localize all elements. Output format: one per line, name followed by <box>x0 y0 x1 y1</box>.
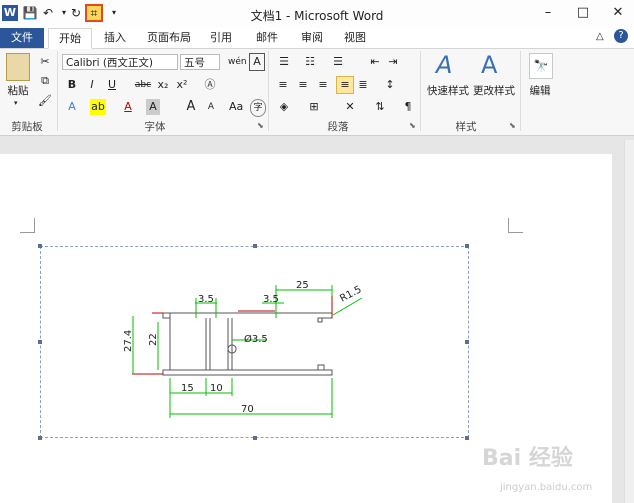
dim-label: 25 <box>296 280 309 291</box>
dim-label: 3.5 <box>263 294 279 305</box>
profile-drawing[interactable]: 3.5 3.5 25 R1.5 27.4 22 Ø3.5 15 10 70 <box>0 0 634 503</box>
dim-label: 15 <box>181 383 194 394</box>
dim-label: 10 <box>210 383 223 394</box>
dim-label: Ø3.5 <box>244 333 268 345</box>
dim-label: 27.4 <box>123 330 134 352</box>
dim-label: R1.5 <box>338 284 363 304</box>
baidu-watermark-logo: Bai 经验 <box>482 446 573 471</box>
dim-label: 3.5 <box>198 294 214 305</box>
dim-label: 70 <box>241 404 254 415</box>
watermark-url: jingyan.baidu.com <box>500 482 593 493</box>
dim-label: 22 <box>148 333 159 346</box>
